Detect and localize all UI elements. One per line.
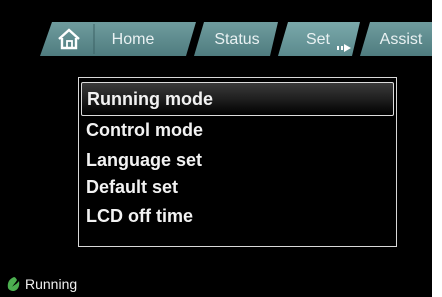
menu-item-language-set[interactable]: Language set bbox=[86, 147, 202, 173]
home-icon[interactable] bbox=[56, 27, 82, 51]
tab-home[interactable]: Home bbox=[98, 28, 168, 52]
menu-item-control-mode[interactable]: Control mode bbox=[86, 117, 203, 143]
tab-assist[interactable]: Assist bbox=[372, 28, 430, 52]
tab-set[interactable]: Set bbox=[290, 28, 346, 52]
status-text: Running bbox=[25, 276, 78, 292]
settings-menu: Running mode Control mode Language set D… bbox=[78, 77, 397, 247]
status-bar: Running bbox=[0, 268, 432, 297]
tab-status[interactable]: Status bbox=[205, 28, 269, 52]
device-screen: Home Status Set Assist Running mode Cont… bbox=[0, 0, 432, 297]
menu-item-default-set[interactable]: Default set bbox=[86, 174, 178, 200]
leaf-icon bbox=[6, 276, 22, 292]
menu-item-lcd-off-time[interactable]: LCD off time bbox=[86, 203, 193, 229]
menu-item-label: Running mode bbox=[87, 89, 213, 109]
menu-item-running-mode[interactable]: Running mode bbox=[81, 82, 394, 116]
